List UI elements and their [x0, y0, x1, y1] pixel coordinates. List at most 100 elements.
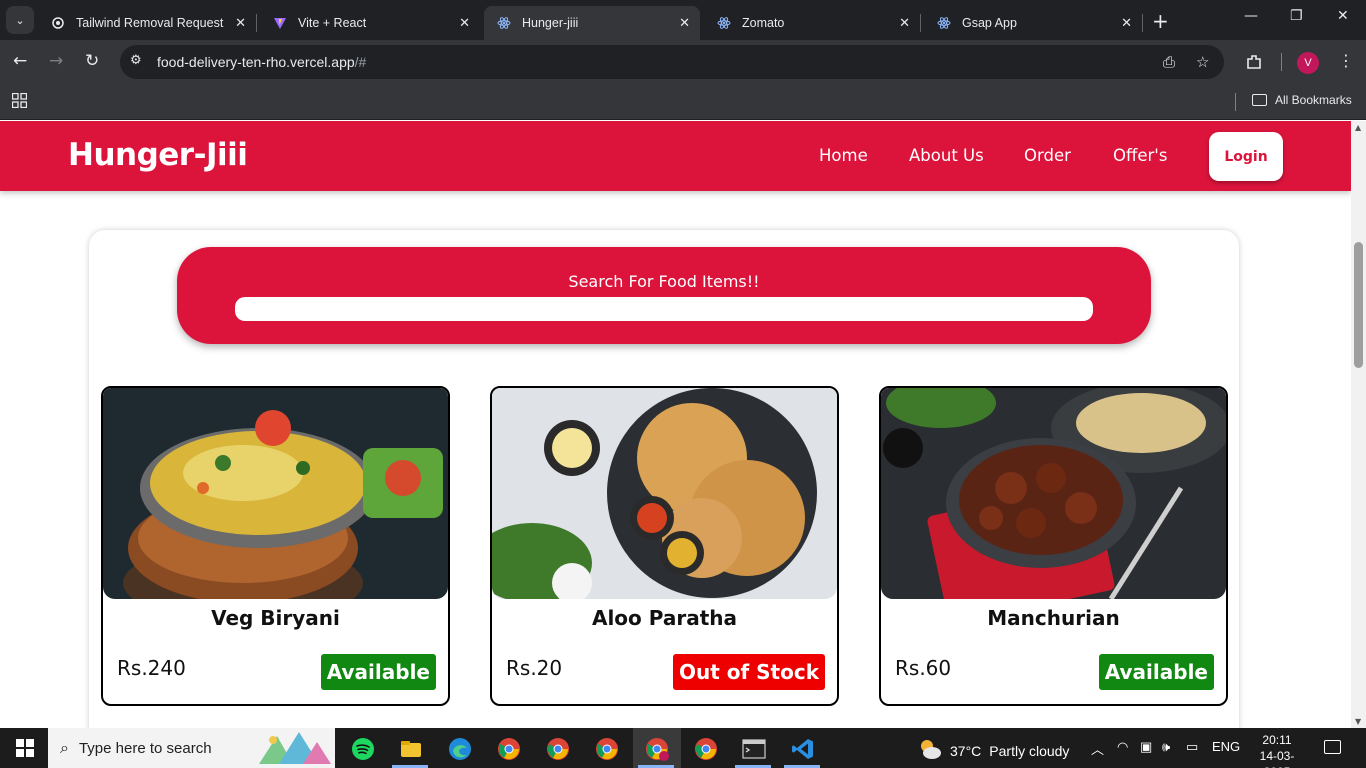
site-logo[interactable]: Hunger-Jiii: [68, 137, 248, 173]
terminal-icon[interactable]: [741, 736, 767, 762]
aloo-paratha-image: [492, 388, 837, 599]
close-icon[interactable]: ✕: [1121, 15, 1132, 31]
vscode-icon[interactable]: [790, 736, 816, 762]
scroll-thumb[interactable]: [1354, 242, 1363, 368]
status-badge: Available: [1098, 654, 1214, 690]
address-bar[interactable]: ⚙ food-delivery-ten-rho.vercel.app/# ⎙ ☆: [120, 45, 1224, 79]
react-icon: [936, 15, 952, 31]
close-icon[interactable]: ✕: [459, 15, 470, 31]
food-card-veg-biryani[interactable]: Veg Biryani Rs.240 Available: [101, 386, 450, 706]
tab-title: Vite + React: [298, 16, 367, 30]
system-clock[interactable]: 20:11 14-03-2025: [1247, 732, 1307, 768]
scroll-up-icon[interactable]: ▲: [1355, 123, 1361, 132]
food-card-aloo-paratha[interactable]: Aloo Paratha Rs.20 Out of Stock: [490, 386, 839, 706]
battery-icon[interactable]: ▭: [1186, 739, 1198, 755]
manchurian-image: [881, 388, 1226, 599]
nav-home[interactable]: Home: [819, 146, 868, 165]
toolbar-divider: [1281, 53, 1282, 71]
food-price: Rs.240: [117, 656, 186, 680]
food-name: Veg Biryani: [211, 606, 340, 630]
meet-now-icon[interactable]: ▣: [1140, 739, 1152, 755]
tab-title: Gsap App: [962, 16, 1017, 30]
status-badge: Out of Stock: [672, 654, 825, 690]
browser-toolbar: ← → ↻ ⚙ food-delivery-ten-rho.vercel.app…: [0, 40, 1366, 85]
weather-widget[interactable]: 37°C Partly cloudy: [918, 738, 1069, 763]
weather-temperature: 37°C: [950, 742, 982, 759]
food-name: Aloo Paratha: [591, 606, 738, 630]
all-bookmarks-label: All Bookmarks: [1275, 93, 1352, 107]
close-window-icon[interactable]: ✕: [1337, 8, 1349, 24]
search-panel: Search For Food Items!!: [177, 247, 1151, 344]
profile-avatar[interactable]: V: [1297, 52, 1319, 74]
wifi-icon[interactable]: ◠: [1117, 739, 1128, 755]
bookmarks-divider: [1235, 93, 1236, 111]
clock-date: 14-03-2025: [1259, 749, 1295, 768]
tab-hunger-jiii[interactable]: Hunger-jiii ✕: [484, 6, 700, 40]
tab-vite-react[interactable]: Vite + React ✕: [260, 6, 480, 40]
install-app-icon[interactable]: ⎙: [1163, 53, 1175, 71]
windows-start-icon[interactable]: [16, 739, 34, 757]
nav-about-us[interactable]: About Us: [909, 146, 984, 165]
tab-gsap-app[interactable]: Gsap App ✕: [924, 6, 1143, 40]
weather-description: Partly cloudy: [989, 742, 1070, 759]
tab-tailwind-removal-request[interactable]: Tailwind Removal Request ✕: [38, 6, 257, 40]
taskbar-search-box[interactable]: ⌕ Type here to search: [48, 728, 335, 768]
vite-icon: [272, 15, 288, 31]
food-price: Rs.60: [895, 656, 952, 680]
food-name: Manchurian: [987, 606, 1120, 630]
all-bookmarks-button[interactable]: All Bookmarks: [1252, 93, 1352, 107]
veg-biryani-image: [103, 388, 448, 599]
minimize-icon[interactable]: —: [1244, 8, 1258, 24]
close-icon[interactable]: ✕: [679, 15, 690, 31]
scroll-down-icon[interactable]: ▼: [1355, 717, 1361, 726]
bookmark-star-icon[interactable]: ☆: [1196, 53, 1209, 71]
openai-icon: [50, 15, 66, 31]
partly-cloudy-icon: [918, 738, 942, 763]
status-badge: Available: [320, 654, 436, 690]
notification-icon[interactable]: [1324, 740, 1341, 754]
clock-time: 20:11: [1262, 733, 1292, 747]
extensions-icon[interactable]: [1245, 53, 1263, 75]
tab-separator: [920, 14, 921, 32]
search-highlight-icon: [259, 732, 333, 768]
login-button[interactable]: Login: [1209, 132, 1283, 181]
food-card-manchurian[interactable]: Manchurian Rs.60 Available: [879, 386, 1228, 706]
chevron-up-icon[interactable]: ︿: [1091, 739, 1104, 758]
react-icon: [496, 15, 512, 31]
chrome-profile-icon[interactable]: [496, 736, 522, 762]
close-icon[interactable]: ✕: [235, 15, 246, 31]
new-tab-icon[interactable]: +: [1152, 9, 1169, 33]
restore-icon[interactable]: ❐: [1290, 8, 1303, 24]
tab-title: Tailwind Removal Request: [76, 16, 224, 30]
spotify-icon[interactable]: [350, 736, 376, 762]
forward-icon[interactable]: →: [49, 51, 63, 71]
page-viewport: Hunger-Jiii Home About Us Order Offer's …: [0, 121, 1366, 728]
chrome-profile-icon[interactable]: [594, 736, 620, 762]
chrome-active-icon[interactable]: [644, 736, 670, 762]
reload-icon[interactable]: ↻: [85, 51, 99, 71]
apps-grid-icon[interactable]: [11, 92, 28, 112]
back-icon[interactable]: ←: [13, 51, 27, 71]
tab-strip: ⌄ Tailwind Removal Request ✕ Vite + Reac…: [0, 0, 1366, 40]
url-text[interactable]: food-delivery-ten-rho.vercel.app/#: [157, 54, 366, 70]
bookmarks-bar: All Bookmarks: [0, 85, 1366, 120]
search-input[interactable]: [235, 297, 1093, 321]
tab-search-button[interactable]: ⌄: [6, 6, 34, 34]
tab-zomato[interactable]: Zomato ✕: [704, 6, 921, 40]
chrome-profile-icon[interactable]: [545, 736, 571, 762]
search-icon: ⌕: [60, 738, 69, 757]
chrome-profile-icon[interactable]: [693, 736, 719, 762]
folder-icon: [1252, 94, 1267, 106]
tab-separator: [256, 14, 257, 32]
nav-order[interactable]: Order: [1024, 146, 1071, 165]
page-scrollbar[interactable]: ▲ ▼: [1351, 121, 1366, 728]
language-indicator[interactable]: ENG: [1212, 739, 1240, 754]
file-explorer-icon[interactable]: [398, 736, 424, 762]
site-info-icon[interactable]: ⚙: [130, 53, 142, 68]
close-icon[interactable]: ✕: [899, 15, 910, 31]
volume-icon[interactable]: 🕪: [1162, 739, 1170, 755]
menu-kebab-icon[interactable]: ⋮: [1338, 51, 1354, 70]
tab-separator: [1142, 14, 1143, 32]
nav-offers[interactable]: Offer's: [1113, 146, 1167, 165]
edge-icon[interactable]: [447, 736, 473, 762]
